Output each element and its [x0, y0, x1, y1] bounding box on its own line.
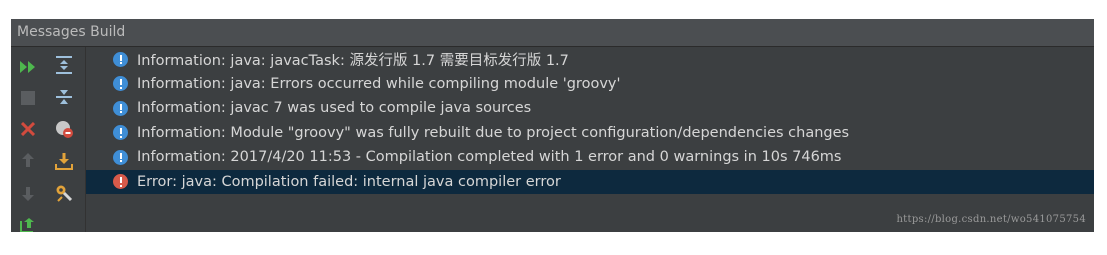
message-text: Information: java: Errors occurred while…: [137, 75, 621, 92]
info-icon: [113, 125, 128, 141]
up-arrow-icon[interactable]: [18, 150, 38, 170]
panel-title: Messages Build: [11, 19, 1094, 47]
message-text: Error: java: Compilation failed: interna…: [137, 173, 561, 190]
message-text: Information: javac 7 was used to compile…: [137, 100, 532, 117]
error-icon: [113, 174, 128, 190]
list-item-selected[interactable]: Error: java: Compilation failed: interna…: [86, 169, 1094, 194]
export-icon[interactable]: [18, 215, 38, 232]
list-item[interactable]: Information: java: javacTask: 源发行版 1.7 需…: [86, 47, 1094, 72]
close-icon[interactable]: [18, 119, 38, 139]
list-item[interactable]: Information: javac 7 was used to compile…: [86, 96, 1094, 121]
info-icon: [113, 100, 128, 116]
settings-icon[interactable]: [54, 183, 74, 203]
stop-icon[interactable]: [18, 88, 38, 108]
messages-build-panel: Messages Build Information: java: javacT…: [11, 19, 1094, 232]
rerun-icon[interactable]: [18, 57, 38, 77]
info-icon: [113, 76, 128, 92]
messages-toolbar: [11, 47, 86, 232]
message-text: Information: java: javacTask: 源发行版 1.7 需…: [137, 52, 569, 69]
message-text: Information: 2017/4/20 11:53 - Compilati…: [137, 149, 842, 166]
list-item[interactable]: Information: Module "groovy" was fully r…: [86, 121, 1094, 146]
collapse-all-icon[interactable]: [54, 87, 74, 107]
messages-list: Information: java: javacTask: 源发行版 1.7 需…: [86, 47, 1094, 232]
list-item[interactable]: Information: 2017/4/20 11:53 - Compilati…: [86, 145, 1094, 170]
info-icon: [113, 51, 128, 67]
download-icon[interactable]: [54, 151, 74, 171]
filter-icon[interactable]: [54, 119, 74, 139]
list-item[interactable]: Information: java: Errors occurred while…: [86, 72, 1094, 97]
info-icon: [113, 149, 128, 165]
watermark: https://blog.csdn.net/wo541075754: [896, 214, 1086, 225]
down-arrow-icon[interactable]: [18, 184, 38, 204]
message-text: Information: Module "groovy" was fully r…: [137, 124, 850, 141]
expand-all-icon[interactable]: [54, 55, 74, 75]
